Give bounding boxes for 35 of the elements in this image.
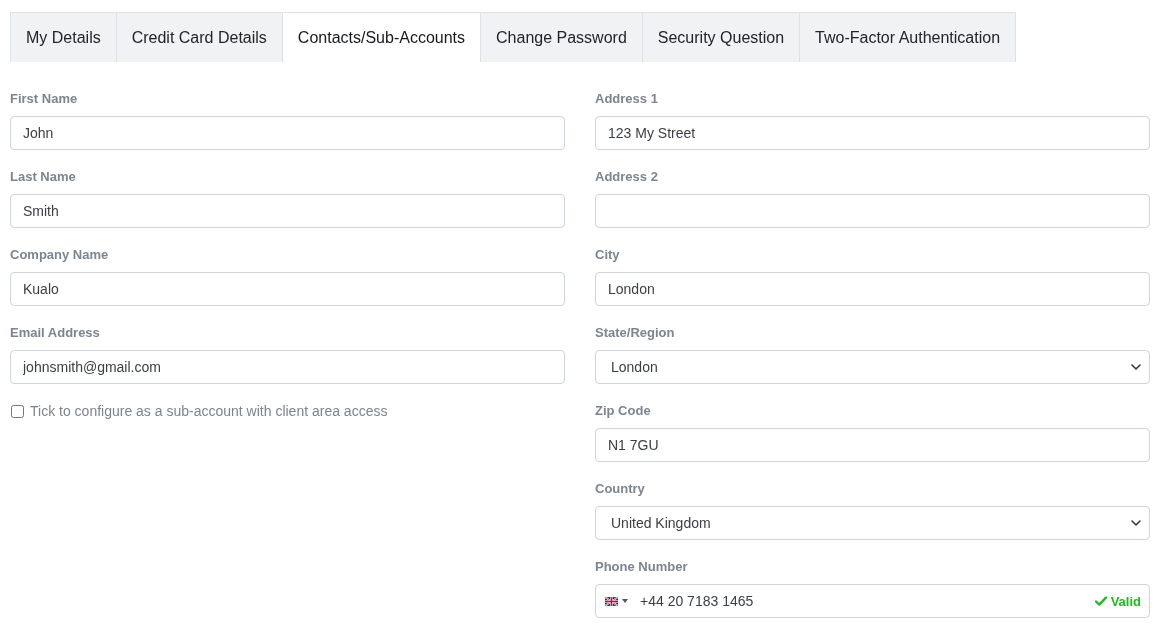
text-field[interactable]: London <box>595 272 1150 306</box>
text-field[interactable]: 123 My Street <box>595 116 1150 150</box>
field-label: Company Name <box>10 246 110 264</box>
field-label: Address 1 <box>595 90 659 108</box>
field-label: First Name <box>10 90 79 108</box>
text-field[interactable] <box>595 194 1150 228</box>
field-label: Email Address <box>10 324 101 342</box>
chevron-down-icon <box>1131 364 1141 370</box>
tab[interactable]: My Details <box>10 12 117 62</box>
field-label: Country <box>595 480 646 498</box>
text-field[interactable]: Kualo <box>10 272 565 306</box>
tab[interactable]: Two-Factor Authentication <box>799 12 1017 62</box>
text-field[interactable]: johnsmith@gmail.com <box>10 350 565 384</box>
flag-icon[interactable] <box>605 596 618 606</box>
select-field[interactable]: London <box>595 350 1150 384</box>
checkbox[interactable] <box>11 404 24 418</box>
field-label: Address 2 <box>595 168 659 186</box>
field-label: Last Name <box>10 168 77 186</box>
tab[interactable]: Credit Card Details <box>115 12 283 62</box>
text-field[interactable]: John <box>10 116 565 150</box>
caret-icon[interactable] <box>622 599 628 603</box>
tab[interactable]: Change Password <box>480 12 643 62</box>
checkbox-label: Tick to configure as a sub-account with client area access <box>30 402 388 421</box>
chevron-down-icon <box>1131 520 1141 526</box>
field-label: Zip Code <box>595 402 652 420</box>
validation-text: Valid <box>1110 593 1141 609</box>
field-label: City <box>595 246 621 264</box>
phone-number-input[interactable]: +44 20 7183 1465 <box>640 593 1095 609</box>
phone-field[interactable]: +44 20 7183 1465 Valid <box>595 584 1150 618</box>
select-field[interactable]: United Kingdom <box>595 506 1150 540</box>
text-field[interactable]: N1 7GU <box>595 428 1150 462</box>
text-field[interactable]: Smith <box>10 194 565 228</box>
field-label: State/Region <box>595 324 676 342</box>
field-label: Phone Number <box>595 558 689 576</box>
tab[interactable]: Security Question <box>641 12 801 62</box>
